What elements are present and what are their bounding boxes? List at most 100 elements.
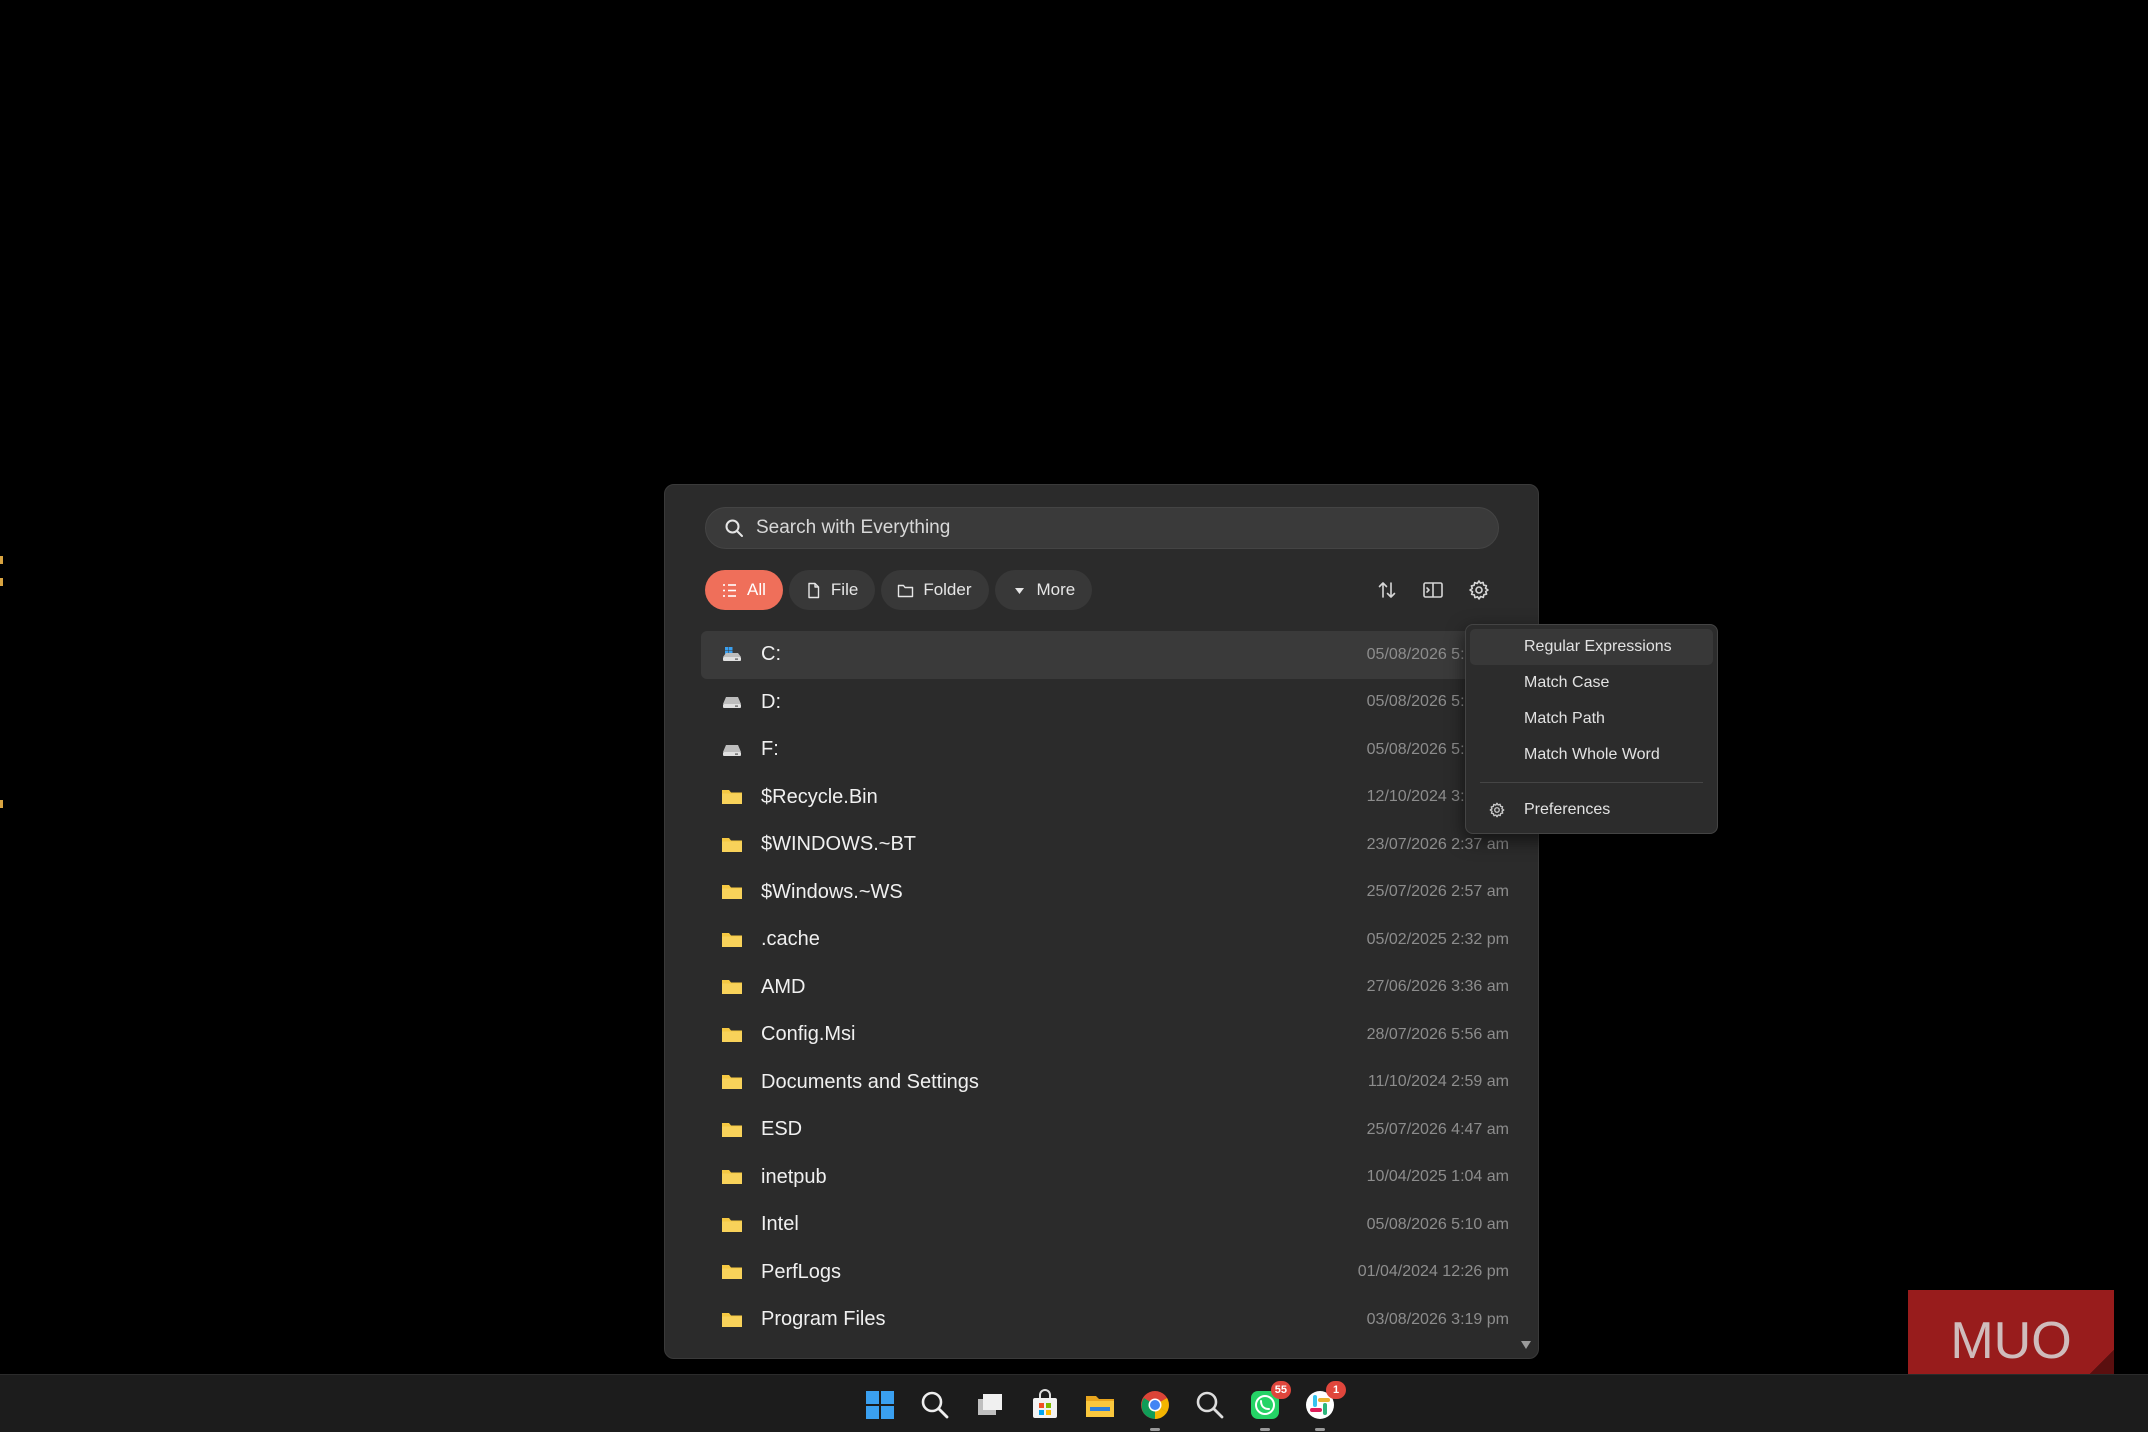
- filter-all-button[interactable]: All: [705, 570, 783, 610]
- filter-file-button[interactable]: File: [788, 570, 876, 610]
- folder-icon: [721, 788, 743, 806]
- result-name: Intel: [761, 1213, 799, 1236]
- result-name: Program Files: [761, 1308, 886, 1331]
- filter-file-label: File: [830, 580, 859, 599]
- menu-item-preferences[interactable]: Preferences: [1470, 792, 1713, 828]
- sort-button[interactable]: [1368, 571, 1406, 609]
- result-row[interactable]: ESD 25/07/2026 4:47 am: [701, 1106, 1509, 1154]
- result-name: $Recycle.Bin: [761, 785, 878, 808]
- slack-button[interactable]: 1: [1300, 1381, 1346, 1431]
- folder-icon: [721, 931, 743, 949]
- menu-item-match-whole-word[interactable]: Match Whole Word: [1470, 737, 1713, 773]
- result-date: 11/10/2024 2:59 am: [1367, 1073, 1509, 1091]
- whatsapp-button[interactable]: 55: [1245, 1381, 1291, 1431]
- result-name: PerfLogs: [761, 1260, 842, 1283]
- folder-icon: [721, 1216, 743, 1234]
- result-date: 27/06/2026 3:36 am: [1366, 978, 1509, 996]
- result-name: D:: [761, 690, 781, 713]
- everything-search-button[interactable]: [1190, 1385, 1230, 1425]
- result-row[interactable]: .cache 05/02/2025 2:32 pm: [701, 916, 1509, 964]
- result-row[interactable]: $Windows.~WS 25/07/2026 2:57 am: [701, 869, 1509, 917]
- file-explorer-button[interactable]: [1080, 1385, 1120, 1425]
- result-name: .cache: [761, 928, 820, 951]
- result-name: ESD: [761, 1118, 803, 1141]
- menu-item-label: Regular Expressions: [1524, 638, 1672, 655]
- result-name: $WINDOWS.~BT: [761, 833, 917, 856]
- folder-icon: [721, 978, 743, 996]
- search-input[interactable]: [756, 508, 1498, 548]
- search-bar[interactable]: [705, 507, 1499, 549]
- slack-badge: 1: [1326, 1381, 1346, 1399]
- drive-icon: [721, 693, 743, 711]
- task-view-icon: [978, 1394, 1002, 1415]
- result-row[interactable]: Intel 05/08/2026 5:10 am: [701, 1201, 1509, 1249]
- gear-icon: [1489, 802, 1505, 818]
- filter-folder-label: Folder: [923, 580, 972, 599]
- windows-logo-icon: [866, 1391, 894, 1419]
- result-row[interactable]: C: 05/08/2026 5:10 am: [701, 631, 1509, 679]
- folder-outline-icon: [898, 584, 914, 597]
- filter-chips: All File Folder More: [705, 570, 1093, 610]
- result-row[interactable]: $WINDOWS.~BT 23/07/2026 2:37 am: [701, 821, 1509, 869]
- running-indicator: [1150, 1428, 1160, 1431]
- result-date: 25/07/2026 4:47 am: [1366, 1120, 1509, 1138]
- magnifier-icon: [1196, 1391, 1224, 1419]
- folder-icon: [721, 1263, 743, 1281]
- result-date: 05/02/2025 2:32 pm: [1366, 930, 1509, 948]
- folder-icon: [721, 1073, 743, 1091]
- search-icon: [921, 1391, 949, 1419]
- edge-fragment: [0, 800, 3, 808]
- menu-item-regular-expressions[interactable]: Regular Expressions: [1470, 629, 1713, 665]
- filter-more-button[interactable]: More: [994, 570, 1093, 610]
- menu-item-match-case[interactable]: Match Case: [1470, 665, 1713, 701]
- file-icon: [808, 582, 820, 598]
- panel-icon: [1423, 582, 1443, 598]
- result-row[interactable]: F: 05/08/2026 5:10 am: [701, 726, 1509, 774]
- result-date: 10/04/2025 1:04 am: [1366, 1168, 1509, 1186]
- running-indicator: [1315, 1428, 1325, 1431]
- menu-item-label: Match Whole Word: [1524, 746, 1660, 763]
- start-button[interactable]: [860, 1385, 900, 1425]
- result-row[interactable]: D: 05/08/2026 5:10 am: [701, 679, 1509, 727]
- result-date: 01/04/2024 12:26 pm: [1357, 1263, 1509, 1281]
- folder-icon: [721, 1311, 743, 1329]
- result-name: F:: [761, 738, 779, 761]
- search-icon: [725, 519, 743, 537]
- filter-more-label: More: [1036, 580, 1076, 599]
- result-name: inetpub: [761, 1165, 827, 1188]
- result-row[interactable]: Documents and Settings 11/10/2024 2:59 am: [701, 1059, 1509, 1107]
- gear-icon: [1469, 580, 1489, 600]
- edge-fragment: [0, 556, 3, 564]
- result-row[interactable]: Program Files 03/08/2026 3:19 pm: [701, 1296, 1509, 1344]
- file-explorer-icon: [1086, 1396, 1114, 1417]
- chrome-button[interactable]: [1135, 1385, 1175, 1431]
- settings-button[interactable]: [1460, 571, 1498, 609]
- result-row[interactable]: inetpub 10/04/2025 1:04 am: [701, 1154, 1509, 1202]
- microsoft-store-button[interactable]: [1025, 1385, 1065, 1425]
- result-row[interactable]: Config.Msi 28/07/2026 5:56 am: [701, 1011, 1509, 1059]
- folder-icon: [721, 836, 743, 854]
- result-date: 25/07/2026 2:57 am: [1366, 883, 1509, 901]
- edge-fragment: [0, 578, 3, 586]
- result-row[interactable]: $Recycle.Bin 12/10/2024 3:06 pm: [701, 774, 1509, 822]
- settings-menu: Regular Expressions Match Case Match Pat…: [1465, 624, 1718, 834]
- filter-folder-button[interactable]: Folder: [881, 570, 989, 610]
- watermark-text: MUO: [1950, 1312, 2071, 1370]
- filter-all-label: All: [747, 580, 766, 599]
- result-name: C:: [761, 643, 781, 666]
- result-date: 28/07/2026 5:56 am: [1366, 1025, 1509, 1043]
- drive-system-icon: [721, 646, 743, 664]
- menu-item-match-path[interactable]: Match Path: [1470, 701, 1713, 737]
- folder-icon: [721, 883, 743, 901]
- task-view-button[interactable]: [970, 1385, 1010, 1425]
- whatsapp-badge: 55: [1270, 1381, 1291, 1399]
- result-row[interactable]: PerfLogs 01/04/2024 12:26 pm: [701, 1249, 1509, 1297]
- taskbar-search-button[interactable]: [915, 1385, 955, 1425]
- result-row[interactable]: AMD 27/06/2026 3:36 am: [701, 964, 1509, 1012]
- result-name: Config.Msi: [761, 1023, 856, 1046]
- caret-down-icon: [1014, 587, 1024, 594]
- list-icon: [723, 583, 736, 597]
- preview-pane-button[interactable]: [1414, 571, 1452, 609]
- scroll-down-arrow-icon[interactable]: [1520, 1340, 1532, 1350]
- toolbar-tools: [1368, 571, 1498, 609]
